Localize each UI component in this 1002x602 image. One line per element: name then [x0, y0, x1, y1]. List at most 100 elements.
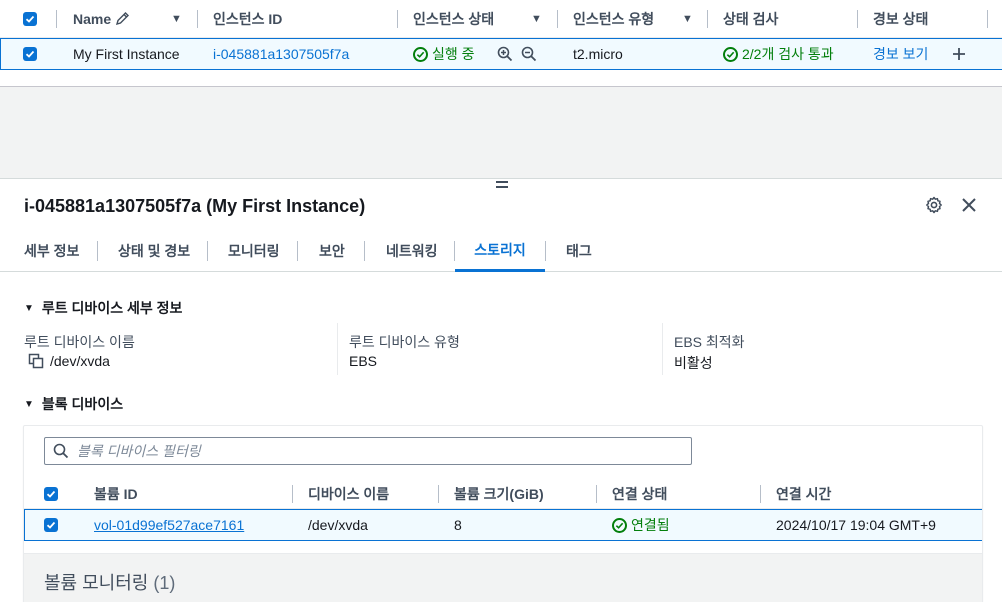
column-separator [56, 10, 57, 28]
tab-security[interactable]: 보안 [319, 231, 345, 271]
column-divider [662, 323, 663, 375]
column-header-instance-type[interactable]: 인스턴스 유형 [573, 0, 654, 37]
select-all-checkbox[interactable] [23, 0, 37, 37]
column-header-label: 인스턴스 유형 [573, 10, 655, 27]
column-header-attach-time[interactable]: 연결 시간 [776, 479, 831, 508]
volume-monitoring-header[interactable]: 볼륨 모니터링 (1) [24, 553, 982, 602]
block-devices-container: 볼륨 ID 디바이스 이름 볼륨 크기(GiB) 연결 상태 연결 시간 vol… [23, 425, 983, 602]
zoom-out-icon[interactable] [521, 39, 537, 69]
gear-icon [926, 196, 942, 214]
resize-handle-icon[interactable] [496, 181, 510, 191]
ebs-optimized-label: EBS 최적화 [674, 334, 745, 350]
copy-icon[interactable] [28, 353, 44, 369]
checkbox-checked-icon [44, 486, 58, 501]
column-separator [557, 10, 558, 28]
close-panel-button[interactable] [960, 196, 978, 214]
status-check: 2/2개 검사 통과 [723, 39, 834, 69]
column-header-volume-id[interactable]: 볼륨 ID [94, 479, 138, 508]
volume-row-checkbox[interactable] [44, 510, 58, 540]
column-header-status-check[interactable]: 상태 검사 [723, 0, 778, 37]
column-header-label: 인스턴스 ID [213, 10, 283, 27]
instance-table-header: Name ▼ 인스턴스 ID 인스턴스 상태 ▼ 인스턴스 유형 ▼ 상태 검사… [0, 0, 1002, 38]
volume-id-link[interactable]: vol-01d99ef527ace7161 [94, 517, 244, 533]
caret-down-icon: ▼ [24, 398, 34, 410]
search-icon [53, 443, 69, 459]
column-header-device-name[interactable]: 디바이스 이름 [308, 479, 389, 508]
volume-monitoring-label: 볼륨 모니터링 [44, 573, 149, 593]
add-alarm-button[interactable] [951, 39, 967, 69]
root-device-name-text: /dev/xvda [50, 353, 110, 369]
checkbox-checked-icon [23, 47, 37, 61]
checkbox-checked-icon [44, 518, 58, 532]
column-separator [760, 485, 761, 503]
column-separator [438, 485, 439, 503]
column-header-alarm-status[interactable]: 경보 상태 [873, 0, 928, 37]
tab-separator [297, 241, 298, 261]
column-header-instance-state[interactable]: 인스턴스 상태 [413, 0, 494, 37]
column-header-name[interactable]: Name [73, 0, 130, 37]
block-devices-section-toggle[interactable]: ▼ 블록 디바이스 [24, 394, 123, 414]
column-separator [397, 10, 398, 28]
column-separator [857, 10, 858, 28]
instance-table: Name ▼ 인스턴스 ID 인스턴스 상태 ▼ 인스턴스 유형 ▼ 상태 검사… [0, 0, 1002, 70]
tab-details[interactable]: 세부 정보 [24, 231, 79, 271]
view-alarms-link[interactable]: 경보 보기 [873, 39, 928, 69]
close-icon [962, 198, 976, 212]
column-separator [292, 485, 293, 503]
tab-monitoring[interactable]: 모니터링 [228, 231, 280, 271]
volume-row[interactable]: vol-01d99ef527ace7161 /dev/xvda 8 연결됨 20… [24, 509, 982, 541]
tab-separator [364, 241, 365, 261]
plus-icon [953, 48, 965, 60]
filter-input[interactable] [77, 443, 637, 459]
column-separator [707, 10, 708, 28]
column-separator [987, 10, 988, 28]
settings-button[interactable] [925, 196, 943, 214]
root-device-type-value: EBS [349, 353, 378, 369]
column-header-label: 인스턴스 상태 [413, 10, 495, 27]
column-header-attach-state[interactable]: 연결 상태 [612, 479, 667, 508]
instance-type: t2.micro [573, 46, 623, 62]
column-header-label: 상태 검사 [723, 10, 779, 27]
success-check-icon [612, 517, 627, 533]
instance-state: 실행 중 [413, 39, 475, 69]
column-divider [337, 323, 338, 375]
tab-separator [97, 241, 98, 261]
instance-row[interactable]: My First Instance i-045881a1307505f7a 실행… [0, 38, 1002, 70]
tab-storage[interactable]: 스토리지 [455, 231, 545, 272]
attach-time: 2024/10/17 19:04 GMT+9 [776, 517, 936, 533]
tab-separator [207, 241, 208, 261]
sort-caret-down-icon[interactable]: ▼ [531, 13, 542, 25]
zoom-in-icon[interactable] [497, 39, 513, 69]
sort-caret-down-icon[interactable]: ▼ [682, 13, 693, 25]
instance-name: My First Instance [73, 46, 180, 62]
tab-tags[interactable]: 태그 [566, 231, 592, 271]
root-device-section-toggle[interactable]: ▼ 루트 디바이스 세부 정보 [24, 298, 182, 318]
instance-id-link[interactable]: i-045881a1307505f7a [213, 39, 349, 69]
block-device-filter[interactable] [44, 437, 692, 465]
block-devices-table-header: 볼륨 ID 디바이스 이름 볼륨 크기(GiB) 연결 상태 연결 시간 [24, 479, 982, 509]
panel-title: i-045881a1307505f7a (My First Instance) [24, 196, 366, 216]
volume-monitoring-count: (1) [153, 573, 176, 593]
attach-state-label: 연결됨 [631, 517, 670, 533]
status-check-label: 2/2개 검사 통과 [742, 46, 834, 62]
section-title: 블록 디바이스 [41, 396, 124, 412]
pencil-icon [115, 11, 130, 26]
column-header-instance-id[interactable]: 인스턴스 ID [213, 0, 282, 37]
success-check-icon [413, 46, 428, 62]
sort-caret-down-icon[interactable]: ▼ [171, 13, 182, 25]
column-header-label: Name [73, 10, 112, 27]
root-device-name-value: /dev/xvda [28, 353, 110, 369]
select-all-volumes-checkbox[interactable] [44, 479, 58, 508]
column-header-volume-size[interactable]: 볼륨 크기(GiB) [454, 479, 544, 508]
checkbox-checked-icon [23, 11, 37, 26]
device-name: /dev/xvda [308, 517, 368, 533]
tab-separator [545, 241, 546, 261]
row-checkbox[interactable] [23, 39, 37, 69]
tab-networking[interactable]: 네트워킹 [386, 231, 438, 271]
success-check-icon [723, 46, 738, 62]
tab-status-alarms[interactable]: 상태 및 경보 [118, 231, 190, 271]
volume-size: 8 [454, 517, 462, 533]
detail-tabs: 세부 정보 상태 및 경보 모니터링 보안 네트워킹 스토리지 태그 [0, 231, 1002, 272]
column-header-label: 경보 상태 [873, 10, 929, 27]
attach-state: 연결됨 [612, 510, 670, 540]
